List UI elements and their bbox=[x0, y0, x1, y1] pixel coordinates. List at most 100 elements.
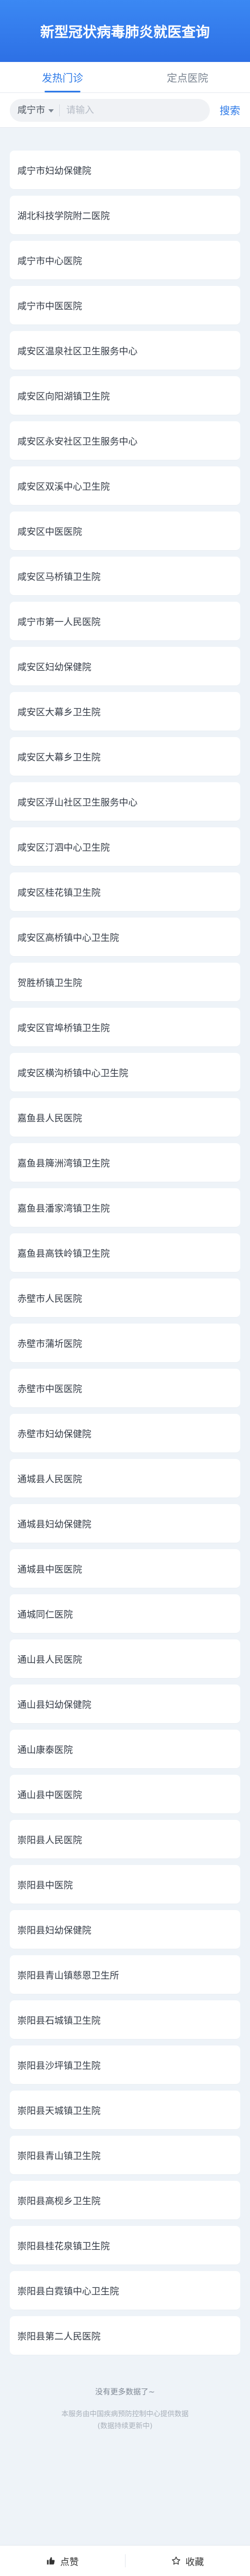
hospital-name: 崇阳县桂花泉镇卫生院 bbox=[17, 2241, 110, 2252]
hospital-list-item[interactable]: 咸安区温泉社区卫生服务中心 bbox=[10, 331, 240, 370]
tab-designated-hospital[interactable]: 定点医院 bbox=[125, 62, 250, 92]
hospital-list-item[interactable]: 咸安区浮山社区卫生服务中心 bbox=[10, 782, 240, 821]
hospital-list-item[interactable]: 嘉鱼县人民医院 bbox=[10, 1098, 240, 1137]
hospital-list-item[interactable]: 赤壁市蒲圻医院 bbox=[10, 1324, 240, 1362]
hospital-list-item[interactable]: 咸宁市中心医院 bbox=[10, 241, 240, 279]
chevron-down-icon bbox=[48, 109, 54, 113]
hospital-list-item[interactable]: 通城县人民医院 bbox=[10, 1459, 240, 1498]
hospital-list-item[interactable]: 嘉鱼县高铁岭镇卫生院 bbox=[10, 1233, 240, 1272]
hospital-name: 崇阳县沙坪镇卫生院 bbox=[17, 2061, 101, 2072]
hospital-list-item[interactable]: 咸安区汀泗中心卫生院 bbox=[10, 827, 240, 866]
hospital-list-item[interactable]: 崇阳县妇幼保健院 bbox=[10, 1910, 240, 1949]
hospital-list-item[interactable]: 咸安区高桥镇中心卫生院 bbox=[10, 918, 240, 956]
hospital-list-item[interactable]: 赤壁市人民医院 bbox=[10, 1278, 240, 1317]
hospital-name: 咸安区温泉社区卫生服务中心 bbox=[17, 346, 138, 357]
hospital-list-item[interactable]: 通城县中医医院 bbox=[10, 1549, 240, 1588]
hospital-list-item[interactable]: 咸宁市妇幼保健院 bbox=[10, 151, 240, 189]
hospital-name: 湖北科技学院附二医院 bbox=[17, 211, 110, 222]
hospital-list-item[interactable]: 崇阳县天城镇卫生院 bbox=[10, 2091, 240, 2129]
hospital-name: 赤壁市人民医院 bbox=[17, 1294, 82, 1305]
hospital-list-item[interactable]: 通城同仁医院 bbox=[10, 1594, 240, 1633]
tab-fever-clinic[interactable]: 发热门诊 bbox=[0, 62, 125, 92]
hospital-list-item[interactable]: 咸安区官埠桥镇卫生院 bbox=[10, 1008, 240, 1046]
hospital-list-item[interactable]: 崇阳县中医院 bbox=[10, 1865, 240, 1904]
hospital-list-item[interactable]: 通山康泰医院 bbox=[10, 1730, 240, 1768]
hospital-name: 赤壁市妇幼保健院 bbox=[17, 1429, 91, 1440]
hospital-name: 崇阳县青山镇慈恩卫生所 bbox=[17, 1970, 119, 1981]
data-source-line-2: (数据持续更新中) bbox=[97, 2422, 153, 2431]
hospital-list-item[interactable]: 咸安区妇幼保健院 bbox=[10, 647, 240, 685]
hospital-list-item[interactable]: 崇阳县青山镇慈恩卫生所 bbox=[10, 1955, 240, 1994]
hospital-list-item[interactable]: 咸安区马桥镇卫生院 bbox=[10, 557, 240, 595]
hospital-list-item[interactable]: 咸安区大幕乡卫生院 bbox=[10, 692, 240, 731]
hospital-name: 咸安区高桥镇中心卫生院 bbox=[17, 933, 119, 944]
hospital-list-item[interactable]: 崇阳县青山镇卫生院 bbox=[10, 2136, 240, 2174]
hospital-list-item[interactable]: 咸宁市第一人民医院 bbox=[10, 602, 240, 640]
hospital-list-item[interactable]: 咸安区向阳湖镇卫生院 bbox=[10, 376, 240, 415]
hospital-list-item[interactable]: 通山县妇幼保健院 bbox=[10, 1685, 240, 1723]
hospital-list-item[interactable]: 贺胜桥镇卫生院 bbox=[10, 963, 240, 1001]
hospital-list-item[interactable]: 崇阳县白霓镇中心卫生院 bbox=[10, 2271, 240, 2310]
hospital-name: 咸安区大幕乡卫生院 bbox=[17, 707, 101, 718]
hospital-name: 嘉鱼县人民医院 bbox=[17, 1113, 82, 1124]
search-button[interactable]: 搜索 bbox=[220, 103, 240, 117]
hospital-list-item[interactable]: 咸安区双溪中心卫生院 bbox=[10, 466, 240, 505]
hospital-name: 崇阳县妇幼保健院 bbox=[17, 1925, 91, 1936]
hospital-name: 咸宁市第一人民医院 bbox=[17, 617, 101, 628]
hospital-name: 通山县妇幼保健院 bbox=[17, 1700, 91, 1711]
tab-bar: 发热门诊 定点医院 bbox=[0, 62, 250, 93]
like-button[interactable]: 点赞 bbox=[0, 2546, 125, 2576]
hospital-list-item[interactable]: 通山县中医医院 bbox=[10, 1775, 240, 1813]
hospital-name: 通山县中医医院 bbox=[17, 1790, 82, 1801]
hospital-name: 咸安区中医医院 bbox=[17, 527, 82, 538]
hospital-name: 咸宁市妇幼保健院 bbox=[17, 166, 91, 177]
hospital-name: 赤壁市中医医院 bbox=[17, 1384, 82, 1395]
hospital-name: 通城县妇幼保健院 bbox=[17, 1519, 91, 1530]
hospital-list-item[interactable]: 嘉鱼县潘家湾镇卫生院 bbox=[10, 1188, 240, 1227]
hospital-list-item[interactable]: 咸安区中医医院 bbox=[10, 512, 240, 550]
hospital-list-item[interactable]: 崇阳县沙坪镇卫生院 bbox=[10, 2045, 240, 2084]
hospital-list-item[interactable]: 崇阳县人民医院 bbox=[10, 1820, 240, 1858]
hospital-name: 崇阳县第二人民医院 bbox=[17, 2331, 101, 2342]
hospital-name: 咸安区永安社区卫生服务中心 bbox=[17, 436, 138, 447]
hospital-name: 崇阳县高枧乡卫生院 bbox=[17, 2196, 101, 2207]
hospital-name: 崇阳县人民医院 bbox=[17, 1835, 82, 1846]
city-selector[interactable]: 咸宁市 bbox=[17, 104, 60, 116]
hospital-list-item[interactable]: 崇阳县石城镇卫生院 bbox=[10, 2000, 240, 2039]
hospital-list-item[interactable]: 崇阳县桂花泉镇卫生院 bbox=[10, 2226, 240, 2265]
city-label: 咸宁市 bbox=[17, 104, 45, 116]
hospital-name: 通城县人民医院 bbox=[17, 1474, 82, 1485]
hospital-list-item[interactable]: 咸安区永安社区卫生服务中心 bbox=[10, 421, 240, 460]
hospital-list-item[interactable]: 通山县人民医院 bbox=[10, 1639, 240, 1678]
hospital-name: 崇阳县天城镇卫生院 bbox=[17, 2106, 101, 2117]
hospital-name: 通山县人民医院 bbox=[17, 1655, 82, 1666]
hospital-list-item[interactable]: 嘉鱼县簰洲湾镇卫生院 bbox=[10, 1143, 240, 1182]
search-bar: 咸宁市 搜索 bbox=[0, 93, 250, 128]
hospital-name: 贺胜桥镇卫生院 bbox=[17, 978, 82, 989]
hospital-name: 嘉鱼县潘家湾镇卫生院 bbox=[17, 1203, 110, 1214]
hospital-list-item[interactable]: 通城县妇幼保健院 bbox=[10, 1504, 240, 1543]
hospital-name: 咸安区浮山社区卫生服务中心 bbox=[17, 797, 138, 808]
favorite-button[interactable]: 收藏 bbox=[126, 2546, 250, 2576]
hospital-name: 赤壁市蒲圻医院 bbox=[17, 1339, 82, 1350]
hospital-list-item[interactable]: 赤壁市妇幼保健院 bbox=[10, 1414, 240, 1452]
favorite-label: 收藏 bbox=[185, 2556, 204, 2568]
hospital-name: 咸安区汀泗中心卫生院 bbox=[17, 843, 110, 853]
search-input[interactable] bbox=[65, 104, 202, 116]
hospital-list-item[interactable]: 赤壁市中医医院 bbox=[10, 1369, 240, 1407]
hospital-name: 崇阳县白霓镇中心卫生院 bbox=[17, 2286, 119, 2297]
hospital-list-item[interactable]: 崇阳县第二人民医院 bbox=[10, 2316, 240, 2355]
hospital-list-item[interactable]: 咸宁市中医医院 bbox=[10, 286, 240, 325]
hospital-list-item[interactable]: 湖北科技学院附二医院 bbox=[10, 196, 240, 234]
hospital-name: 崇阳县青山镇卫生院 bbox=[17, 2151, 101, 2162]
hospital-name: 咸宁市中医医院 bbox=[17, 301, 82, 312]
hospital-list-item[interactable]: 咸安区横沟桥镇中心卫生院 bbox=[10, 1053, 240, 1091]
data-source-note: 本服务由中国疾病预防控制中心提供数据 (数据持续更新中) bbox=[0, 2409, 250, 2432]
hospital-list-item[interactable]: 咸安区大幕乡卫生院 bbox=[10, 737, 240, 776]
hospital-name: 崇阳县石城镇卫生院 bbox=[17, 2016, 101, 2026]
hospital-list-item[interactable]: 咸安区桂花镇卫生院 bbox=[10, 872, 240, 911]
no-more-data-text: 没有更多数据了~ bbox=[95, 2388, 155, 2397]
page-title: 新型冠状病毒肺炎就医查询 bbox=[40, 24, 210, 41]
hospital-list-item[interactable]: 崇阳县高枧乡卫生院 bbox=[10, 2181, 240, 2219]
hospital-name: 嘉鱼县簰洲湾镇卫生院 bbox=[17, 1158, 110, 1169]
